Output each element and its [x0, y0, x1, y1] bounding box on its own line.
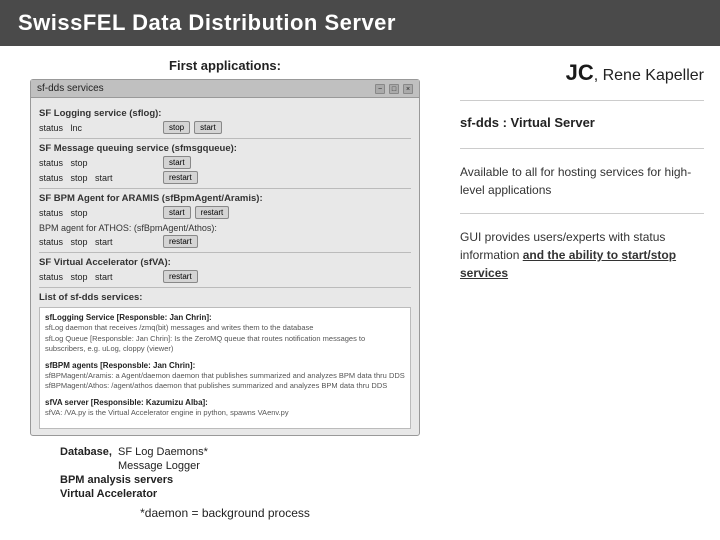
bottom-label: *daemon = background process	[30, 506, 420, 520]
info-body-available: Available to all for hosting services fo…	[460, 163, 704, 199]
info-block-sf-dds: sf-dds : Virtual Server	[460, 115, 704, 134]
gui-btn-start-logging[interactable]: start	[194, 121, 222, 134]
jc-authors: , Rene Kapeller	[594, 67, 704, 84]
annotation-msglogger-text: Message Logger	[118, 460, 200, 472]
gui-titlebar: sf-dds services − □ ×	[31, 80, 419, 98]
gui-service-row-msgqueue-1: status stop start	[39, 156, 411, 169]
gui-minimize-btn[interactable]: −	[375, 84, 385, 94]
gui-divider-4	[39, 287, 411, 288]
gui-section-bpm-athos: BPM agent for ATHOS: (sfBpmAgent/Athos):	[39, 223, 411, 233]
list-entry-title-3: sfVA server [Responsible: Kazumizu Alba]…	[45, 397, 405, 408]
gui-maximize-btn[interactable]: □	[389, 84, 399, 94]
annotations-area: Database, SF Log Daemons* Message Logger…	[30, 444, 420, 502]
annotation-database-label: Database,	[60, 446, 112, 458]
gui-service-name-logging: status lnc	[39, 123, 159, 133]
first-applications-label: First applications:	[169, 58, 281, 73]
page-header: SwissFEL Data Distribution Server	[0, 0, 720, 46]
gui-window-title: sf-dds services	[37, 83, 104, 94]
gui-section-bpm-aramis: SF BPM Agent for ARAMIS (sfBpmAgent/Aram…	[39, 193, 411, 204]
gui-divider-2	[39, 188, 411, 189]
gui-service-row-logging: status lnc stop start	[39, 121, 411, 134]
gui-titlebar-buttons: − □ ×	[375, 84, 413, 94]
gui-service-row-bpm-1: status stop start restart	[39, 206, 411, 219]
annotation-sflog-text: SF Log Daemons*	[118, 446, 208, 458]
info-block-gui: GUI provides users/experts with status i…	[460, 228, 704, 282]
annotation-row-msglogger: Message Logger	[60, 460, 420, 472]
gui-btn-stop-logging[interactable]: stop	[163, 121, 190, 134]
list-entry-title-1: sfLogging Service [Responsble: Jan Chrin…	[45, 312, 405, 323]
list-entry-desc-3: sfVA: /VA.py is the Virtual Accelerator …	[45, 408, 405, 419]
main-content: First applications: sf-dds services − □ …	[0, 46, 720, 536]
list-item: sfBPM agents [Responsble: Jan Chrin]: sf…	[45, 360, 405, 392]
gui-service-name-va: status stop start	[39, 272, 159, 282]
gui-close-btn[interactable]: ×	[403, 84, 413, 94]
gui-btn-restart-bpm-athos[interactable]: restart	[163, 235, 198, 248]
gui-service-name-msgqueue-2: status stop start	[39, 173, 159, 183]
info-body-gui: GUI provides users/experts with status i…	[460, 228, 704, 282]
gui-divider-1	[39, 138, 411, 139]
gui-service-name-bpm-1: status stop	[39, 208, 159, 218]
gui-section-msgqueue: SF Message queuing service (sfmsgqueue):	[39, 143, 411, 154]
gui-service-name-msgqueue-1: status stop	[39, 158, 159, 168]
list-entry-desc-2: sfBPMagent/Aramis: a Agent/daemon daemon…	[45, 371, 405, 392]
annotation-row-va: Virtual Accelerator	[60, 488, 420, 500]
info-block-available: Available to all for hosting services fo…	[460, 163, 704, 199]
left-column: First applications: sf-dds services − □ …	[0, 46, 450, 536]
list-item: sfVA server [Responsible: Kazumizu Alba]…	[45, 397, 405, 419]
gui-list-title: List of sf-dds services:	[39, 292, 411, 303]
list-item: sfLogging Service [Responsble: Jan Chrin…	[45, 312, 405, 355]
gui-btn-restart-msgqueue[interactable]: restart	[163, 171, 198, 184]
gui-btn-restart-bpm[interactable]: restart	[195, 206, 230, 219]
info-title-sf-dds: sf-dds : Virtual Server	[460, 115, 704, 130]
annotation-bpm-label: BPM analysis servers	[60, 474, 173, 486]
annotation-va-label: Virtual Accelerator	[60, 488, 157, 500]
gui-section-logging: SF Logging service (sflog):	[39, 108, 411, 119]
gui-btn-start-msgqueue[interactable]: start	[163, 156, 191, 169]
gui-btn-start-bpm[interactable]: start	[163, 206, 191, 219]
list-entry-desc-1: sfLog daemon that receives /zmq(bit) mes…	[45, 323, 405, 355]
list-entry-title-2: sfBPM agents [Responsble: Jan Chrin]:	[45, 360, 405, 371]
annotation-row-bpm: BPM analysis servers	[60, 474, 420, 486]
right-divider-3	[460, 213, 704, 214]
gui-service-row-msgqueue-2: status stop start restart	[39, 171, 411, 184]
jc-initials: JC	[566, 60, 594, 85]
jc-header: JC, Rene Kapeller	[460, 60, 704, 86]
gui-service-row-va: status stop start restart	[39, 270, 411, 283]
gui-body: SF Logging service (sflog): status lnc s…	[31, 98, 419, 435]
right-divider-1	[460, 100, 704, 101]
highlight-start-stop: and the ability to start/stop services	[460, 248, 676, 280]
gui-service-name-bpm-2: status stop start	[39, 237, 159, 247]
page-title: SwissFEL Data Distribution Server	[18, 10, 396, 35]
gui-list-area: sfLogging Service [Responsble: Jan Chrin…	[39, 307, 411, 429]
gui-window: sf-dds services − □ × SF Logging service…	[30, 79, 420, 436]
gui-service-row-bpm-2: status stop start restart	[39, 235, 411, 248]
gui-divider-3	[39, 252, 411, 253]
right-divider-2	[460, 148, 704, 149]
gui-section-va: SF Virtual Accelerator (sfVA):	[39, 257, 411, 268]
right-column: JC, Rene Kapeller sf-dds : Virtual Serve…	[450, 46, 720, 536]
gui-btn-restart-va[interactable]: restart	[163, 270, 198, 283]
annotation-row-database: Database, SF Log Daemons*	[60, 446, 420, 458]
